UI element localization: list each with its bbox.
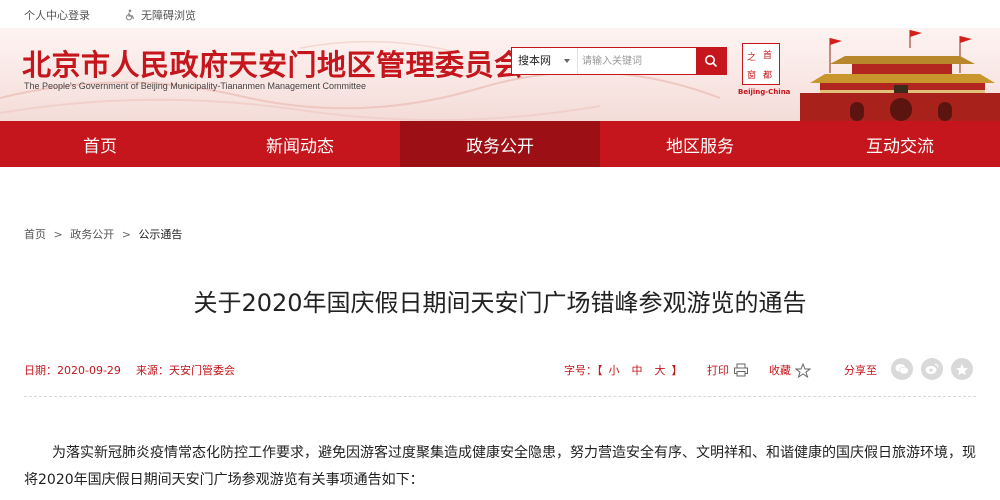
nav-item-regional-services[interactable]: 地区服务 (600, 121, 800, 167)
qzone-icon (956, 363, 968, 375)
search-button[interactable] (696, 48, 726, 74)
star-icon (795, 362, 811, 378)
accessibility-link[interactable]: 无障碍浏览 (124, 7, 196, 23)
seal-caption: Beijing-China (738, 88, 791, 96)
site-subtitle: The People's Government of Beijing Munic… (24, 81, 367, 91)
login-link[interactable]: 个人中心登录 (24, 7, 90, 23)
printer-icon (734, 363, 748, 377)
nav-item-government-affairs[interactable]: 政务公开 (400, 121, 600, 167)
favorite-label: 收藏 (769, 364, 791, 377)
seal-char: 首 (763, 51, 773, 61)
search-icon (705, 55, 718, 68)
article-title: 关于2020年国庆假日期间天安门广场错峰参观游览的通告 (193, 289, 807, 317)
breadcrumb-separator: > (121, 228, 131, 241)
article-source: 来源：天安门管委会 (136, 364, 235, 377)
seal-char: 窗 (747, 71, 757, 81)
search-scope-label: 搜本网 (518, 54, 551, 67)
share-label: 分享至 (844, 364, 877, 377)
capital-window-seal: 之 首 窗 都 (742, 43, 780, 85)
font-size-medium[interactable]: 中 (632, 364, 643, 377)
font-size-close: 】 (671, 364, 683, 377)
nav-item-home[interactable]: 首页 (0, 121, 200, 167)
site-title: 北京市人民政府天安门地区管理委员会 (22, 48, 524, 82)
favorite-button[interactable]: 收藏 (769, 362, 811, 378)
nav-item-interaction[interactable]: 互动交流 (800, 121, 1000, 167)
share-weibo-button[interactable] (921, 358, 943, 380)
font-size-control: 字号：【小中大】 (564, 362, 683, 378)
seal-char: 都 (763, 71, 773, 81)
print-button[interactable]: 打印 (707, 362, 749, 378)
site-header: 北京市人民政府天安门地区管理委员会 The People's Governmen… (0, 28, 1000, 121)
meta-divider (24, 396, 976, 397)
breadcrumb-current[interactable]: 公示通告 (138, 228, 182, 241)
font-size-label: 字号：【 (564, 364, 603, 377)
breadcrumb: 首页 > 政务公开 > 公示通告 (24, 226, 182, 242)
search-scope-select[interactable]: 搜本网 (512, 48, 578, 74)
chevron-down-icon (564, 59, 570, 63)
breadcrumb-home[interactable]: 首页 (24, 228, 46, 241)
breadcrumb-separator: > (53, 228, 63, 241)
article-meta: 日期：2020-09-29 来源：天安门管委会 字号：【小中大】 打印 收藏 分… (24, 358, 976, 380)
search-input[interactable] (582, 51, 692, 71)
breadcrumb-section[interactable]: 政务公开 (70, 228, 114, 241)
nav-item-news[interactable]: 新闻动态 (200, 121, 400, 167)
tiananmen-gate-illustration (800, 30, 1000, 121)
font-size-small[interactable]: 小 (609, 364, 620, 377)
weibo-icon (925, 363, 939, 374)
login-label[interactable]: 个人中心登录 (24, 7, 90, 23)
font-size-large[interactable]: 大 (655, 364, 666, 377)
print-label: 打印 (707, 364, 729, 377)
wechat-icon (895, 364, 909, 375)
seal-char: 之 (747, 53, 757, 63)
top-utility-bar: 个人中心登录 无障碍浏览 (0, 0, 1000, 28)
share-qzone-button[interactable] (951, 358, 973, 380)
search-box: 搜本网 (511, 47, 727, 75)
wheelchair-icon (125, 9, 135, 21)
article-body-paragraph: 为落实新冠肺炎疫情常态化防控工作要求，避免因游客过度聚集造成健康安全隐患，努力营… (24, 445, 976, 488)
main-nav: 首页 新闻动态 政务公开 地区服务 互动交流 (0, 121, 1000, 167)
accessibility-label[interactable]: 无障碍浏览 (141, 7, 196, 23)
share-wechat-button[interactable] (891, 358, 913, 380)
article-date: 日期：2020-09-29 (24, 364, 121, 377)
